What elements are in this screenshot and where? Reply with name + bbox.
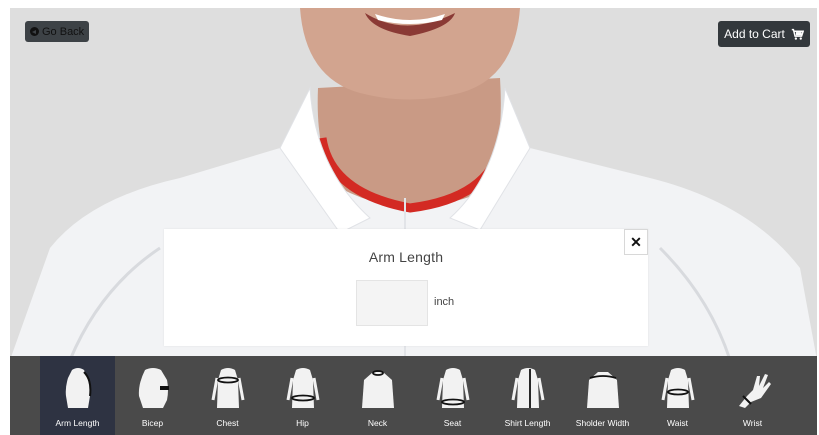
shirt-length-icon <box>511 368 544 408</box>
cart-icon <box>791 28 804 40</box>
tool-label: Sholder Width <box>575 418 630 428</box>
back-arrow-icon <box>30 27 39 36</box>
add-to-cart-label: Add to Cart <box>724 27 785 41</box>
tool-label: Bicep <box>141 418 164 428</box>
tool-neck[interactable]: Neck <box>340 356 415 435</box>
chest-icon <box>211 368 244 408</box>
tool-arm-length[interactable]: Arm Length <box>40 356 115 435</box>
arm-length-icon <box>65 368 91 408</box>
close-icon: ✕ <box>630 233 642 250</box>
tool-chest[interactable]: Chest <box>190 356 265 435</box>
tool-label: Chest <box>216 418 239 428</box>
neck-icon <box>361 370 394 408</box>
tool-seat[interactable]: Seat <box>415 356 490 435</box>
wrist-icon <box>738 374 771 408</box>
tool-label: Wrist <box>742 418 763 428</box>
waist-icon <box>661 368 694 408</box>
go-back-label: Go Back <box>42 25 85 38</box>
tool-label: Arm Length <box>55 418 100 428</box>
tool-sholder-width[interactable]: Sholder Width <box>565 356 640 435</box>
seat-icon <box>436 368 469 408</box>
tool-label: Waist <box>667 418 688 428</box>
close-button[interactable]: ✕ <box>624 229 648 255</box>
bicep-icon <box>138 368 169 408</box>
tool-label: Shirt Length <box>504 418 551 428</box>
tool-label: Neck <box>367 418 388 428</box>
go-back-button[interactable]: Go Back <box>25 21 89 42</box>
tool-waist[interactable]: Waist <box>640 356 715 435</box>
measurement-modal: Arm Length ✕ inch <box>164 229 648 346</box>
shoulder-width-icon <box>586 372 619 408</box>
tool-label: Seat <box>443 418 462 428</box>
unit-label: inch <box>434 296 455 308</box>
hip-icon <box>286 368 319 408</box>
measurement-input[interactable] <box>356 280 428 326</box>
tool-shirt-length[interactable]: Shirt Length <box>490 356 565 435</box>
measurement-toolbar: Arm Length Bicep Chest Hip Neck Seat Shi… <box>10 356 817 435</box>
tool-bicep[interactable]: Bicep <box>115 356 190 435</box>
tool-wrist[interactable]: Wrist <box>715 356 790 435</box>
tool-label: Hip <box>296 418 309 428</box>
tool-hip[interactable]: Hip <box>265 356 340 435</box>
add-to-cart-button[interactable]: Add to Cart <box>718 21 810 47</box>
modal-title: Arm Length <box>368 249 444 265</box>
